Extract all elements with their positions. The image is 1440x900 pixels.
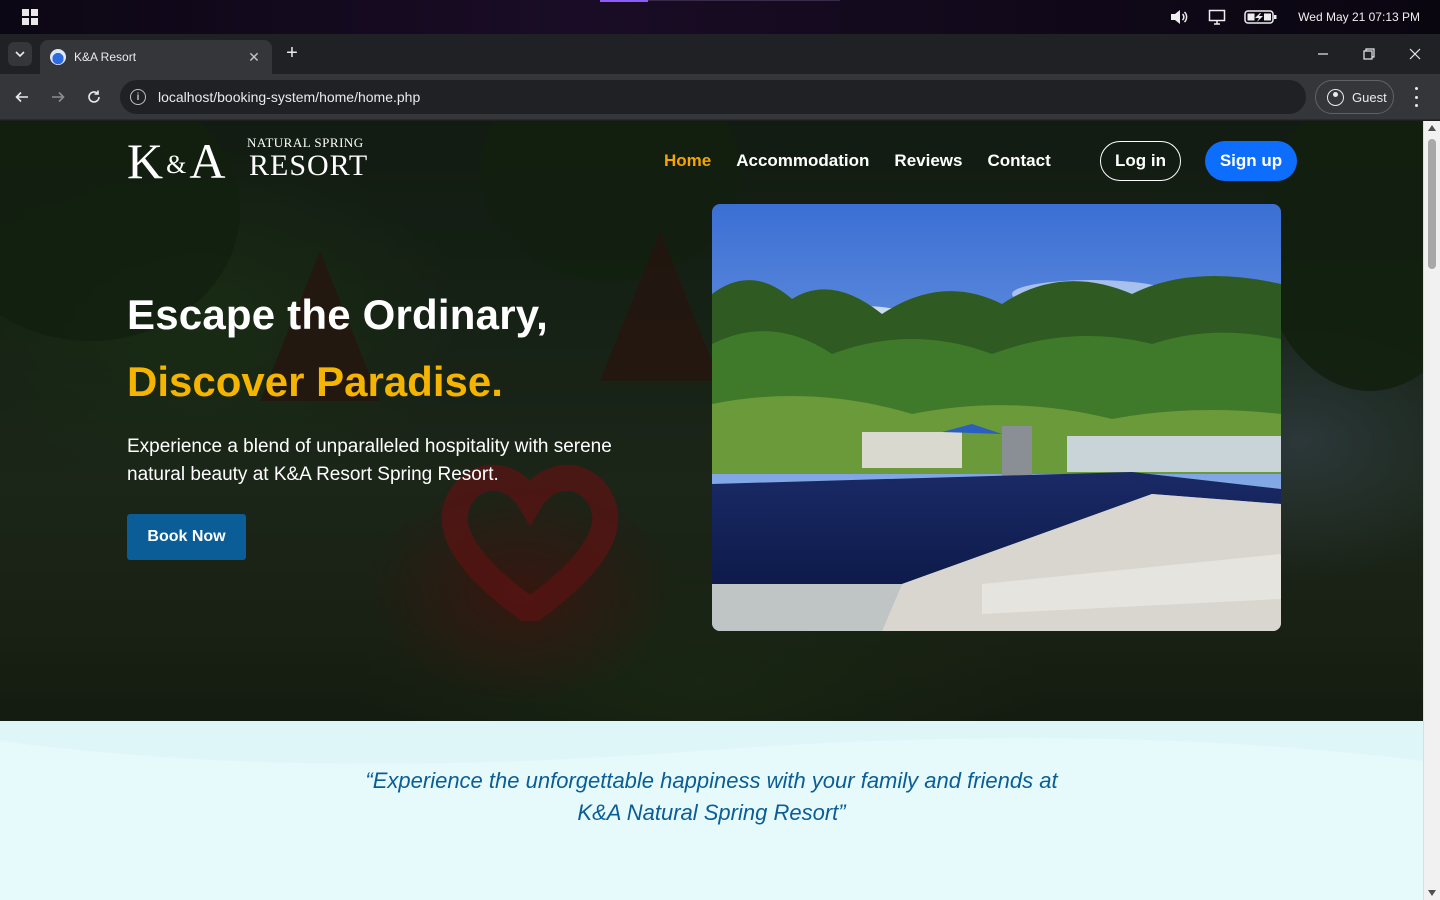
minimize-icon bbox=[1318, 53, 1328, 55]
system-clock[interactable]: Wed May 21 07:13 PM bbox=[1298, 10, 1420, 24]
site-info-icon[interactable]: i bbox=[130, 89, 146, 105]
hero-section: K&A NATURAL SPRING RESORT Home Accommoda… bbox=[0, 121, 1423, 721]
arrow-right-icon bbox=[52, 91, 65, 103]
close-icon[interactable]: ✕ bbox=[246, 49, 262, 65]
site-logo[interactable]: K&A NATURAL SPRING RESORT bbox=[127, 135, 367, 191]
address-bar[interactable]: i localhost/booking-system/home/home.php bbox=[120, 80, 1306, 114]
new-tab-button[interactable]: + bbox=[282, 43, 302, 64]
workspace-indicator bbox=[600, 0, 648, 2]
display-icon[interactable] bbox=[1206, 8, 1228, 26]
account-circle-icon bbox=[1327, 88, 1344, 106]
tab-title: K&A Resort bbox=[74, 50, 137, 64]
logo-tagline-bottom: RESORT bbox=[249, 149, 369, 182]
close-window-button[interactable] bbox=[1392, 34, 1438, 74]
browser-toolbar: i localhost/booking-system/home/home.php… bbox=[0, 74, 1440, 120]
workspace-indicator-track bbox=[648, 0, 840, 1]
hero-headline-accent: Discover Paradise. bbox=[127, 358, 503, 405]
scrollbar-thumb[interactable] bbox=[1428, 139, 1436, 269]
scroll-down-icon[interactable] bbox=[1428, 890, 1436, 896]
windows-start-icon[interactable] bbox=[22, 9, 38, 25]
nav-link-contact[interactable]: Contact bbox=[987, 151, 1050, 171]
hero-description: Experience a blend of unparalleled hospi… bbox=[127, 436, 612, 485]
logo-mark: K&A bbox=[127, 133, 227, 189]
arrow-left-icon bbox=[15, 91, 28, 103]
scroll-up-icon[interactable] bbox=[1428, 125, 1436, 131]
close-icon bbox=[1409, 48, 1421, 60]
restore-button[interactable] bbox=[1346, 34, 1392, 74]
browser-menu-icon[interactable] bbox=[1404, 87, 1428, 107]
quote-section: “Experience the unforgettable happiness … bbox=[0, 721, 1423, 900]
book-now-button[interactable]: Book Now bbox=[127, 514, 246, 560]
restore-icon bbox=[1363, 48, 1375, 60]
volume-icon[interactable] bbox=[1168, 8, 1190, 26]
hero-headline-primary: Escape the Ordinary, bbox=[127, 291, 549, 338]
resort-pool-photo bbox=[712, 204, 1281, 631]
os-taskbar: Wed May 21 07:13 PM bbox=[0, 0, 1440, 34]
tab-search-button[interactable] bbox=[8, 42, 32, 66]
page-viewport: K&A NATURAL SPRING RESORT Home Accommoda… bbox=[0, 121, 1423, 900]
back-button[interactable] bbox=[8, 83, 36, 111]
chevron-down-icon bbox=[15, 51, 25, 57]
signup-button[interactable]: Sign up bbox=[1205, 141, 1297, 181]
nav-link-accommodation[interactable]: Accommodation bbox=[736, 151, 869, 171]
forward-button[interactable] bbox=[44, 83, 72, 111]
testimonial-quote: “Experience the unforgettable happiness … bbox=[365, 768, 1058, 825]
reload-button[interactable] bbox=[80, 83, 108, 111]
nav-link-reviews[interactable]: Reviews bbox=[894, 151, 962, 171]
browser-tab-active[interactable]: K&A Resort ✕ bbox=[40, 40, 272, 74]
login-button[interactable]: Log in bbox=[1100, 141, 1181, 181]
profile-label: Guest bbox=[1352, 89, 1387, 105]
page-scrollbar[interactable] bbox=[1423, 121, 1440, 900]
system-tray: Wed May 21 07:13 PM bbox=[1168, 0, 1420, 34]
browser-tabstrip: K&A Resort ✕ + bbox=[0, 34, 1440, 74]
main-nav: Home Accommodation Reviews Contact bbox=[664, 151, 1076, 171]
profile-button[interactable]: Guest bbox=[1315, 80, 1394, 114]
url-text[interactable]: localhost/booking-system/home/home.php bbox=[158, 89, 420, 105]
minimize-button[interactable] bbox=[1300, 34, 1346, 74]
battery-charging-icon[interactable] bbox=[1244, 8, 1278, 26]
site-favicon-icon bbox=[50, 49, 66, 65]
nav-link-home[interactable]: Home bbox=[664, 151, 711, 171]
reload-icon bbox=[88, 90, 100, 103]
